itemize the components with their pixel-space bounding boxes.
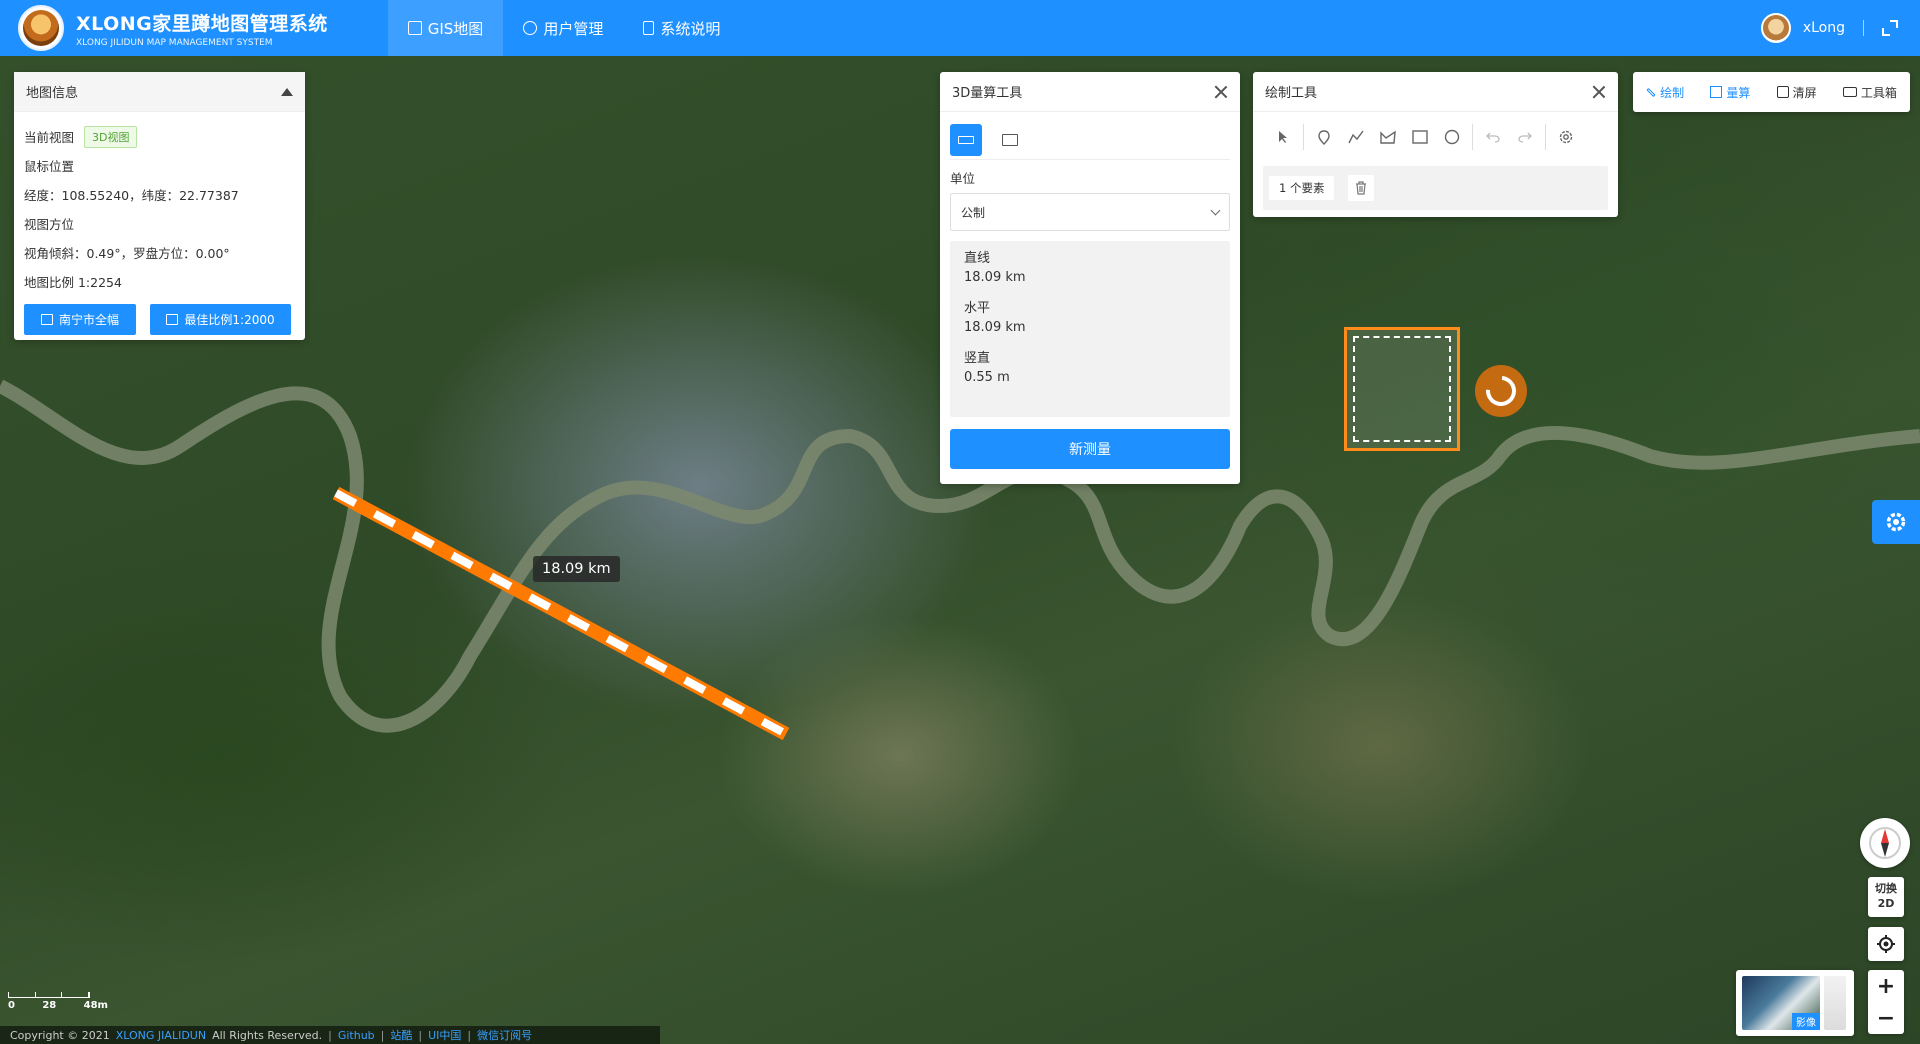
app-title: XLONG家里蹲地图管理系统	[76, 12, 328, 35]
rotate-handle-icon[interactable]	[1475, 365, 1527, 417]
measure-panel: 3D量算工具 单位 公制 直线 18.09 km 水平 18.09 km 竖直 …	[940, 72, 1240, 484]
current-view-label: 当前视图	[24, 130, 75, 145]
compass[interactable]	[1860, 818, 1910, 868]
app-logo[interactable]	[18, 5, 64, 51]
marker-icon[interactable]	[1308, 121, 1340, 153]
copyright: Copyright © 2021	[10, 1028, 110, 1042]
top-header: XLONG家里蹲地图管理系统 XLONG JILIDUN MAP MANAGEM…	[0, 0, 1920, 56]
draw-header: 绘制工具	[1253, 72, 1618, 112]
undo-icon[interactable]	[1477, 121, 1509, 153]
clear-icon	[1776, 86, 1789, 98]
result-horizontal: 水平 18.09 km	[964, 301, 1026, 335]
unit-select[interactable]: 公制	[950, 193, 1230, 231]
unit-label: 单位	[950, 171, 976, 186]
map-icon	[407, 21, 422, 35]
nav-user-management[interactable]: 用户管理	[503, 0, 623, 56]
close-icon[interactable]	[1592, 85, 1606, 99]
zoom-out-button[interactable]: −	[1868, 1002, 1904, 1034]
toolbox-icon	[1842, 87, 1857, 97]
draw-panel: 绘制工具 1 个要素	[1253, 72, 1618, 217]
view-orientation-value: 视角倾斜：0.49°，罗盘方位：0.00°	[24, 246, 230, 261]
github-link[interactable]: Github	[338, 1029, 375, 1042]
toolbar-draw[interactable]: 绘制	[1646, 84, 1684, 101]
settings-tab[interactable]	[1872, 500, 1920, 544]
settings-icon[interactable]	[1550, 121, 1582, 153]
scale-icon	[166, 314, 179, 325]
imagery-basemap-thumb[interactable]: 影像	[1742, 976, 1820, 1030]
area-ruler-icon	[1002, 133, 1018, 146]
vector-basemap-thumb[interactable]	[1824, 976, 1846, 1030]
new-measure-button[interactable]: 新测量	[950, 429, 1230, 469]
measure-distance-label: 18.09 km	[533, 556, 620, 582]
wechat-link[interactable]: 微信订阅号	[477, 1027, 532, 1043]
rectangle-icon[interactable]	[1404, 121, 1436, 153]
measure-icon	[1710, 86, 1723, 98]
app-subtitle: XLONG JILIDUN MAP MANAGEMENT SYSTEM	[76, 37, 273, 48]
user-area: xLong	[1760, 0, 1898, 56]
zcool-link[interactable]: 站酷	[390, 1027, 412, 1043]
mouse-position-value: 经度：108.55240，纬度：22.77387	[24, 188, 239, 203]
toolbar-clear[interactable]: 清屏	[1776, 84, 1817, 101]
feature-count: 1 个要素	[1269, 176, 1335, 200]
locate-icon	[1877, 935, 1895, 953]
polygon-icon[interactable]	[1372, 121, 1404, 153]
collapse-icon[interactable]	[281, 87, 293, 96]
full-extent-button[interactable]: 南宁市全幅	[24, 304, 136, 335]
nav-system-docs[interactable]: 系统说明	[623, 0, 740, 56]
username[interactable]: xLong	[1803, 20, 1845, 36]
locate-button[interactable]	[1868, 927, 1904, 961]
scale-bar: 0 28 48m	[8, 992, 108, 1011]
gear-icon	[1886, 512, 1906, 532]
toolbar-measure[interactable]: 量算	[1710, 84, 1750, 101]
mouse-position-label: 鼠标位置	[24, 159, 75, 174]
basemap-switcher[interactable]: 影像	[1736, 970, 1854, 1036]
view-mode-tag: 3D视图	[84, 125, 138, 148]
toolbar-toolbox[interactable]: 工具箱	[1842, 84, 1897, 101]
pencil-icon	[1646, 87, 1656, 97]
brand: XLONG家里蹲地图管理系统 XLONG JILIDUN MAP MANAGEM…	[76, 9, 328, 48]
result-vertical: 竖直 0.55 m	[964, 351, 1010, 385]
nav-gis-map[interactable]: GIS地图	[387, 0, 504, 56]
distance-mode-button[interactable]	[950, 123, 982, 156]
brand-link[interactable]: XLONG JIALIDUN	[116, 1029, 206, 1042]
trash-icon[interactable]	[1348, 175, 1375, 201]
draw-title: 绘制工具	[1265, 86, 1318, 101]
user-icon	[523, 21, 538, 35]
view-orientation-label: 视图方位	[24, 217, 75, 232]
map-info-title: 地图信息	[26, 86, 79, 101]
drawn-rectangle[interactable]	[1344, 327, 1460, 451]
measure-title: 3D量算工具	[952, 86, 1023, 101]
zoom-in-button[interactable]: +	[1868, 970, 1904, 1002]
rights: All Rights Reserved.	[212, 1028, 323, 1042]
document-icon	[643, 21, 655, 35]
uichina-link[interactable]: UI中国	[428, 1027, 461, 1043]
ruler-icon	[958, 135, 974, 144]
avatar[interactable]	[1760, 13, 1791, 43]
footer: Copyright © 2021 XLONG JIALIDUN All Righ…	[0, 1026, 660, 1044]
zoom-control: + −	[1868, 970, 1904, 1034]
main-nav: GIS地图 用户管理 系统说明	[387, 0, 741, 56]
divider	[1863, 20, 1864, 36]
pointer-icon[interactable]	[1267, 121, 1299, 153]
map-scale: 地图比例 1:2254	[24, 275, 122, 290]
switch-2d-button[interactable]: 切换 2D	[1868, 877, 1904, 917]
best-scale-button[interactable]: 最佳比例1:2000	[150, 304, 291, 335]
map-info-panel: 地图信息 当前视图 3D视图 鼠标位置 经度：108.55240，纬度：22.7…	[14, 72, 305, 340]
redo-icon[interactable]	[1509, 121, 1541, 153]
fullscreen-icon[interactable]	[1882, 20, 1898, 36]
polyline-icon[interactable]	[1340, 121, 1372, 153]
extent-icon	[40, 314, 53, 325]
basemap-label: 影像	[1792, 1013, 1820, 1030]
measure-results: 直线 18.09 km 水平 18.09 km 竖直 0.55 m	[950, 241, 1230, 417]
result-straight: 直线 18.09 km	[964, 251, 1026, 285]
chevron-down-icon	[1210, 205, 1221, 215]
map-toolbar: 绘制 量算 清屏 工具箱	[1633, 72, 1910, 112]
map-info-header[interactable]: 地图信息	[14, 72, 305, 112]
area-mode-button[interactable]	[994, 124, 1026, 156]
circle-icon[interactable]	[1436, 121, 1468, 153]
close-icon[interactable]	[1214, 85, 1228, 99]
measure-header: 3D量算工具	[940, 72, 1240, 112]
compass-icon	[1869, 827, 1901, 859]
